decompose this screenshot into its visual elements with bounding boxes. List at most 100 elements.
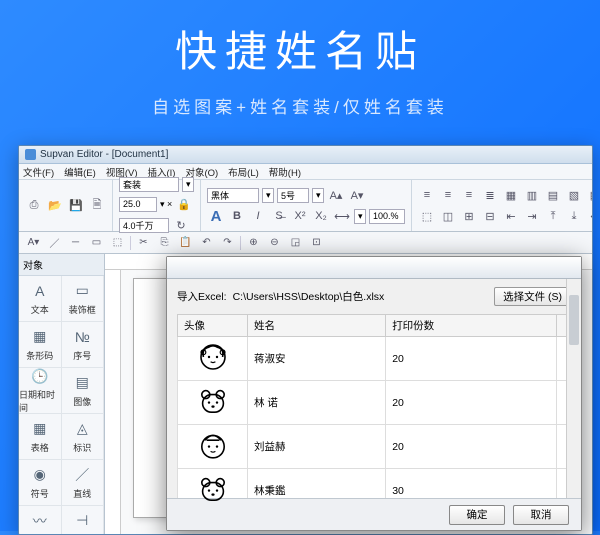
redo-icon[interactable]: ↷ (219, 234, 236, 251)
lock-icon[interactable]: 🔒 (175, 195, 193, 213)
rotate-icon[interactable]: ↻ (172, 216, 190, 234)
menu-item[interactable]: 文件(F) (23, 165, 54, 179)
template-dropdown-icon[interactable]: ▾ (182, 177, 194, 192)
app-icon (25, 149, 36, 160)
bold-icon[interactable]: B (228, 207, 246, 225)
panel-item-icon: ▭ (73, 282, 91, 300)
cancel-button[interactable]: 取消 (513, 505, 569, 525)
panel-item-标识[interactable]: ◬ 标识 (62, 414, 105, 460)
panel-item-装饰框[interactable]: ▭ 装饰框 (62, 276, 105, 322)
cut-icon[interactable]: ✂ (135, 234, 152, 251)
panel-item-条形码[interactable]: ▦ 条形码 (19, 322, 62, 368)
menu-item[interactable]: 编辑(E) (64, 165, 96, 179)
size-down-icon[interactable]: A▾ (348, 186, 366, 204)
panel-item-icon: ⊣ (73, 512, 91, 530)
panel-item-表格[interactable]: ▦ 表格 (19, 414, 62, 460)
format-bar: A▾ ／ ─ ▭ ⬚ ✂ ⎘ 📋 ↶ ↷ ⊕ ⊖ ◲ ⊡ (19, 232, 592, 254)
align-right-icon[interactable]: ≡ (460, 186, 478, 204)
font-big-a-icon[interactable]: A (207, 207, 225, 225)
panel-item-icon: ▦ (31, 420, 49, 438)
panel-title: 对象 (19, 254, 104, 276)
panel-item-label: 符号 (31, 487, 49, 500)
panel-item-label: 序号 (73, 349, 91, 362)
font-select[interactable]: 黑体 (207, 188, 259, 203)
column-header[interactable]: 姓名 (248, 315, 386, 337)
panel-item-icon: 〰 (31, 512, 49, 530)
width-input[interactable]: 25.0 (119, 197, 157, 212)
panel-item-icon: № (73, 328, 91, 346)
panel-item-label: 表格 (31, 441, 49, 454)
dialog-titlebar[interactable] (167, 257, 581, 279)
hero-title: 快捷姓名贴 (0, 0, 600, 79)
zoom-input[interactable]: 100.% (369, 209, 405, 224)
table-row[interactable]: 刘益赫20 (178, 425, 571, 469)
save-icon[interactable]: 💾 (67, 197, 85, 215)
panel-item-label: 标识 (73, 441, 91, 454)
spacing-icon[interactable]: ⟷ (333, 207, 351, 225)
hero-subtitle: 自选图案+姓名套装/仅姓名套装 (0, 93, 600, 118)
size-select[interactable]: 5号 (277, 188, 309, 203)
choose-file-button[interactable]: 选择文件 (S) (494, 287, 571, 306)
avatar-cell (178, 425, 248, 469)
paste-icon[interactable]: 📋 (177, 234, 194, 251)
copies-cell: 20 (386, 337, 557, 381)
panel-item-label: 直线 (73, 487, 91, 500)
panel-item-icon: A (31, 282, 49, 300)
panel-item-label: 装饰框 (69, 303, 96, 316)
window-title: Supvan Editor - [Document1] (40, 149, 168, 160)
panel-item-icon: ◬ (73, 420, 91, 438)
ok-button[interactable]: 确定 (449, 505, 505, 525)
template-select[interactable]: 套装 (119, 177, 179, 192)
name-cell: 林 诺 (248, 381, 386, 425)
undo-icon[interactable]: ↶ (198, 234, 215, 251)
copies-cell: 20 (386, 425, 557, 469)
panel-item-icon: ◉ (31, 466, 49, 484)
panel-item-label: 日期和时间 (19, 388, 61, 414)
ruler-vertical (105, 270, 121, 534)
file-path: C:\Users\HSS\Desktop\白色.xlsx (233, 289, 488, 304)
print-icon[interactable]: ⎙ (25, 197, 43, 215)
menu-item[interactable]: 布局(L) (228, 165, 259, 179)
window-titlebar[interactable]: Supvan Editor - [Document1] (19, 146, 592, 164)
sub-icon[interactable]: X₂ (312, 207, 330, 225)
height-input[interactable]: 4.0千万 (119, 218, 169, 233)
text-color-icon[interactable]: A▾ (25, 234, 42, 251)
avatar-cell (178, 381, 248, 425)
align-left-icon[interactable]: ≡ (418, 186, 436, 204)
object-panel: 对象 A文本▭装饰框▦条形码№序号🕒日期和时间▤图像▦表格◬标识◉符号／直线〰曲… (19, 254, 105, 534)
panel-item-日期和时间[interactable]: 🕒 日期和时间 (19, 368, 62, 414)
italic-icon[interactable]: I (249, 207, 267, 225)
strike-icon[interactable]: S̶ (270, 207, 288, 225)
panel-item-图像[interactable]: ▤ 图像 (62, 368, 105, 414)
panel-item-icon: ▤ (73, 374, 91, 392)
panel-item-label: 条形码 (26, 349, 53, 362)
panel-item-直线[interactable]: ／ 直线 (62, 460, 105, 506)
table-row[interactable]: 林 诺20 (178, 381, 571, 425)
copy-icon[interactable]: ⎘ (156, 234, 173, 251)
menu-item[interactable]: 帮助(H) (269, 165, 301, 179)
panel-item-符号[interactable]: ◉ 符号 (19, 460, 62, 506)
super-icon[interactable]: X² (291, 207, 309, 225)
open-icon[interactable]: 📂 (46, 197, 64, 215)
import-label: 导入Excel: (177, 289, 227, 304)
panel-item-label: 文本 (31, 303, 49, 316)
panel-item-icon: 🕒 (31, 368, 49, 385)
size-up-icon[interactable]: A▴ (327, 186, 345, 204)
align-center-icon[interactable]: ≡ (439, 186, 457, 204)
menubar: 文件(F)编辑(E)视图(V)插入(I)对象(O)布局(L)帮助(H) (19, 164, 592, 180)
line-icon[interactable]: ／ (46, 234, 63, 251)
panel-item-icon: ▦ (31, 328, 49, 346)
preview-icon[interactable]: 🗎 (88, 197, 106, 215)
copies-cell: 20 (386, 381, 557, 425)
panel-item-label: 图像 (73, 395, 91, 408)
column-header[interactable]: 打印份数 (386, 315, 557, 337)
column-header[interactable]: 头像 (178, 315, 248, 337)
panel-item-icon: ／ (73, 466, 91, 484)
toolbar: ⎙ 📂 💾 🗎 套装 ▾ 25.0 ▾ × 🔒 4.0千万 ↻ (19, 180, 592, 232)
table-row[interactable]: 蒋淑安20 (178, 337, 571, 381)
panel-item-文本[interactable]: A 文本 (19, 276, 62, 322)
dialog-scrollbar[interactable] (566, 279, 581, 498)
panel-item-序号[interactable]: № 序号 (62, 322, 105, 368)
name-cell: 刘益赫 (248, 425, 386, 469)
name-cell: 蒋淑安 (248, 337, 386, 381)
